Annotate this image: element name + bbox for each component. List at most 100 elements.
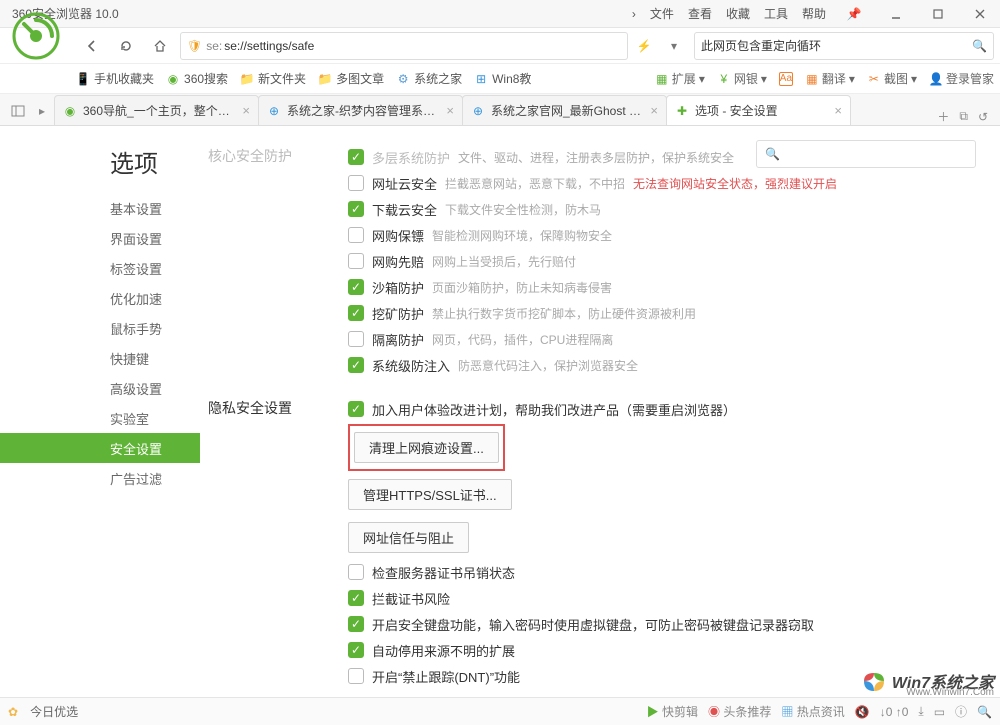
tab-sidebar-icon[interactable]: [6, 97, 30, 125]
new-tab-button[interactable]: ＋: [937, 108, 949, 125]
core-row-8[interactable]: 系统级防注入 防恶意代码注入，保护浏览器安全: [348, 352, 976, 378]
sidebar-item-4[interactable]: 鼠标手势: [0, 313, 200, 343]
sidebar-item-3[interactable]: 优化加速: [0, 283, 200, 313]
ext-login[interactable]: 👤登录管家: [929, 70, 994, 87]
ext-screenshot[interactable]: ✂截图▾: [867, 70, 917, 87]
checkbox-icon[interactable]: [348, 668, 364, 684]
menu-view[interactable]: 查看: [688, 5, 712, 22]
ext-translate[interactable]: ▦翻译▾: [805, 70, 855, 87]
status-star-icon[interactable]: ✿: [8, 705, 18, 719]
menu-tools[interactable]: 工具: [764, 5, 788, 22]
core-row-4[interactable]: 网购先赔 网购上当受损后，先行赔付: [348, 248, 976, 274]
menu-help[interactable]: 帮助: [802, 5, 826, 22]
core-row-5[interactable]: 沙箱防护 页面沙箱防护，防止未知病毒侵害: [348, 274, 976, 300]
status-mute-icon[interactable]: 🔇: [855, 705, 870, 719]
tab-0[interactable]: ◉360导航_一个主页，整个世…×: [54, 95, 259, 125]
checkbox-icon[interactable]: [348, 357, 364, 373]
status-zoom-icon[interactable]: 🔍: [977, 705, 992, 719]
pin-icon[interactable]: 📌: [840, 4, 868, 24]
checkbox-icon[interactable]: [348, 201, 364, 217]
minimize-button[interactable]: [882, 4, 910, 24]
checkbox-icon[interactable]: [348, 401, 364, 417]
status-clip[interactable]: ▶ 快剪辑: [647, 703, 698, 720]
privacy-button-2[interactable]: 网址信任与阻止: [348, 522, 469, 553]
search-icon[interactable]: 🔍: [972, 39, 987, 53]
tab-copy-icon[interactable]: ⧉: [959, 109, 968, 124]
maximize-button[interactable]: [924, 4, 952, 24]
address-bar[interactable]: 🛡 se:: [180, 32, 628, 60]
ext-bank[interactable]: ¥网银▾: [717, 70, 767, 87]
tab-2[interactable]: ⊕系统之家官网_最新Ghost X…×: [462, 95, 667, 125]
checkbox-icon[interactable]: [348, 590, 364, 606]
checkbox-label: 加入用户体验改进计划，帮助我们改进产品（需要重启浏览器）: [372, 400, 736, 419]
sidebar-item-9[interactable]: 广告过滤: [0, 463, 200, 493]
privacy-row-0[interactable]: 检查服务器证书吊销状态: [348, 559, 976, 585]
sidebar-item-8[interactable]: 安全设置: [0, 433, 200, 463]
bookmark-multipic[interactable]: 📁多图文章: [318, 70, 384, 87]
close-button[interactable]: [966, 4, 994, 24]
tab-close-icon[interactable]: ×: [242, 103, 250, 118]
tab-close-icon[interactable]: ×: [650, 103, 658, 118]
bookmark-360search[interactable]: ◉360搜索: [166, 70, 228, 87]
checkbox-icon[interactable]: [348, 149, 364, 165]
bolt-icon[interactable]: ⚡: [634, 39, 654, 53]
checkbox-icon[interactable]: [348, 331, 364, 347]
tab-restore-icon[interactable]: ↺: [978, 110, 988, 124]
url-input[interactable]: [224, 39, 621, 53]
search-input[interactable]: [701, 39, 972, 53]
sidebar-item-6[interactable]: 高级设置: [0, 373, 200, 403]
checkbox-icon[interactable]: [348, 642, 364, 658]
checkbox-icon[interactable]: [348, 305, 364, 321]
core-row-6[interactable]: 挖矿防护 禁止执行数字货币挖矿脚本，防止硬件资源被利用: [348, 300, 976, 326]
status-download-icon[interactable]: ⤓: [918, 704, 923, 719]
core-row-7[interactable]: 隔离防护 网页，代码，插件，CPU进程隔离: [348, 326, 976, 352]
status-speed-icon[interactable]: ⓘ: [955, 703, 967, 720]
status-pip-icon[interactable]: ▭: [934, 705, 945, 719]
dropdown-icon[interactable]: ▾: [660, 32, 688, 60]
ext-aa[interactable]: Aa: [779, 72, 793, 86]
bookmark-mobile[interactable]: 📱手机收藏夹: [76, 70, 154, 87]
tab-close-icon[interactable]: ×: [446, 103, 454, 118]
reload-button[interactable]: [112, 32, 140, 60]
privacy-row-2[interactable]: 开启安全键盘功能，输入密码时使用虚拟键盘，可防止密码被键盘记录器窃取: [348, 611, 976, 637]
checkbox-icon[interactable]: [348, 227, 364, 243]
menu-fav[interactable]: 收藏: [726, 5, 750, 22]
sidebar-item-5[interactable]: 快捷键: [0, 343, 200, 373]
privacy-button-1[interactable]: 管理HTTPS/SSL证书...: [348, 479, 512, 510]
sidebar-item-7[interactable]: 实验室: [0, 403, 200, 433]
menu-right-arrow[interactable]: ›: [632, 7, 636, 21]
sidebar-item-0[interactable]: 基本设置: [0, 193, 200, 223]
bookmark-system[interactable]: ⚙系统之家: [396, 70, 462, 87]
status-headline[interactable]: ◉ 头条推荐: [708, 703, 771, 720]
core-row-3[interactable]: 网购保镖 智能检测网购环境，保障购物安全: [348, 222, 976, 248]
tab-close-icon[interactable]: ×: [834, 103, 842, 118]
checkbox-icon[interactable]: [348, 564, 364, 580]
bookmark-newfolder[interactable]: 📁新文件夹: [240, 70, 306, 87]
menu-file[interactable]: 文件: [650, 5, 674, 22]
sidebar-item-1[interactable]: 界面设置: [0, 223, 200, 253]
bookmark-win8[interactable]: ⊞Win8教: [474, 70, 531, 87]
core-row-1[interactable]: 网址云安全 拦截恶意网站，恶意下载，不中招 无法查询网站安全状态，强烈建议开启: [348, 170, 976, 196]
options-search[interactable]: 🔍: [756, 140, 976, 168]
ext-extensions[interactable]: ▦扩展▾: [655, 70, 705, 87]
checkbox-label: 挖矿防护: [372, 304, 424, 323]
privacy-top-checkbox[interactable]: 加入用户体验改进计划，帮助我们改进产品（需要重启浏览器）: [348, 396, 976, 422]
search-box[interactable]: 🔍: [694, 32, 994, 60]
status-today[interactable]: 今日优选: [30, 703, 78, 720]
tab-1[interactable]: ⊕系统之家-织梦内容管理系统…×: [258, 95, 463, 125]
privacy-row-1[interactable]: 拦截证书风险: [348, 585, 976, 611]
home-button[interactable]: [146, 32, 174, 60]
back-button[interactable]: [78, 32, 106, 60]
status-hot[interactable]: ▦ 热点资讯: [781, 703, 844, 720]
core-row-2[interactable]: 下载云安全 下载文件安全性检测，防木马: [348, 196, 976, 222]
checkbox-icon[interactable]: [348, 616, 364, 632]
checkbox-icon[interactable]: [348, 253, 364, 269]
privacy-row-3[interactable]: 自动停用来源不明的扩展: [348, 637, 976, 663]
sidebar-item-2[interactable]: 标签设置: [0, 253, 200, 283]
checkbox-label: 网购先赔: [372, 252, 424, 271]
privacy-button-0[interactable]: 清理上网痕迹设置...: [354, 432, 499, 463]
tab-3[interactable]: ✚选项 - 安全设置×: [666, 95, 851, 125]
checkbox-icon[interactable]: [348, 175, 364, 191]
checkbox-icon[interactable]: [348, 279, 364, 295]
tab-history-icon[interactable]: ▸: [30, 97, 54, 125]
